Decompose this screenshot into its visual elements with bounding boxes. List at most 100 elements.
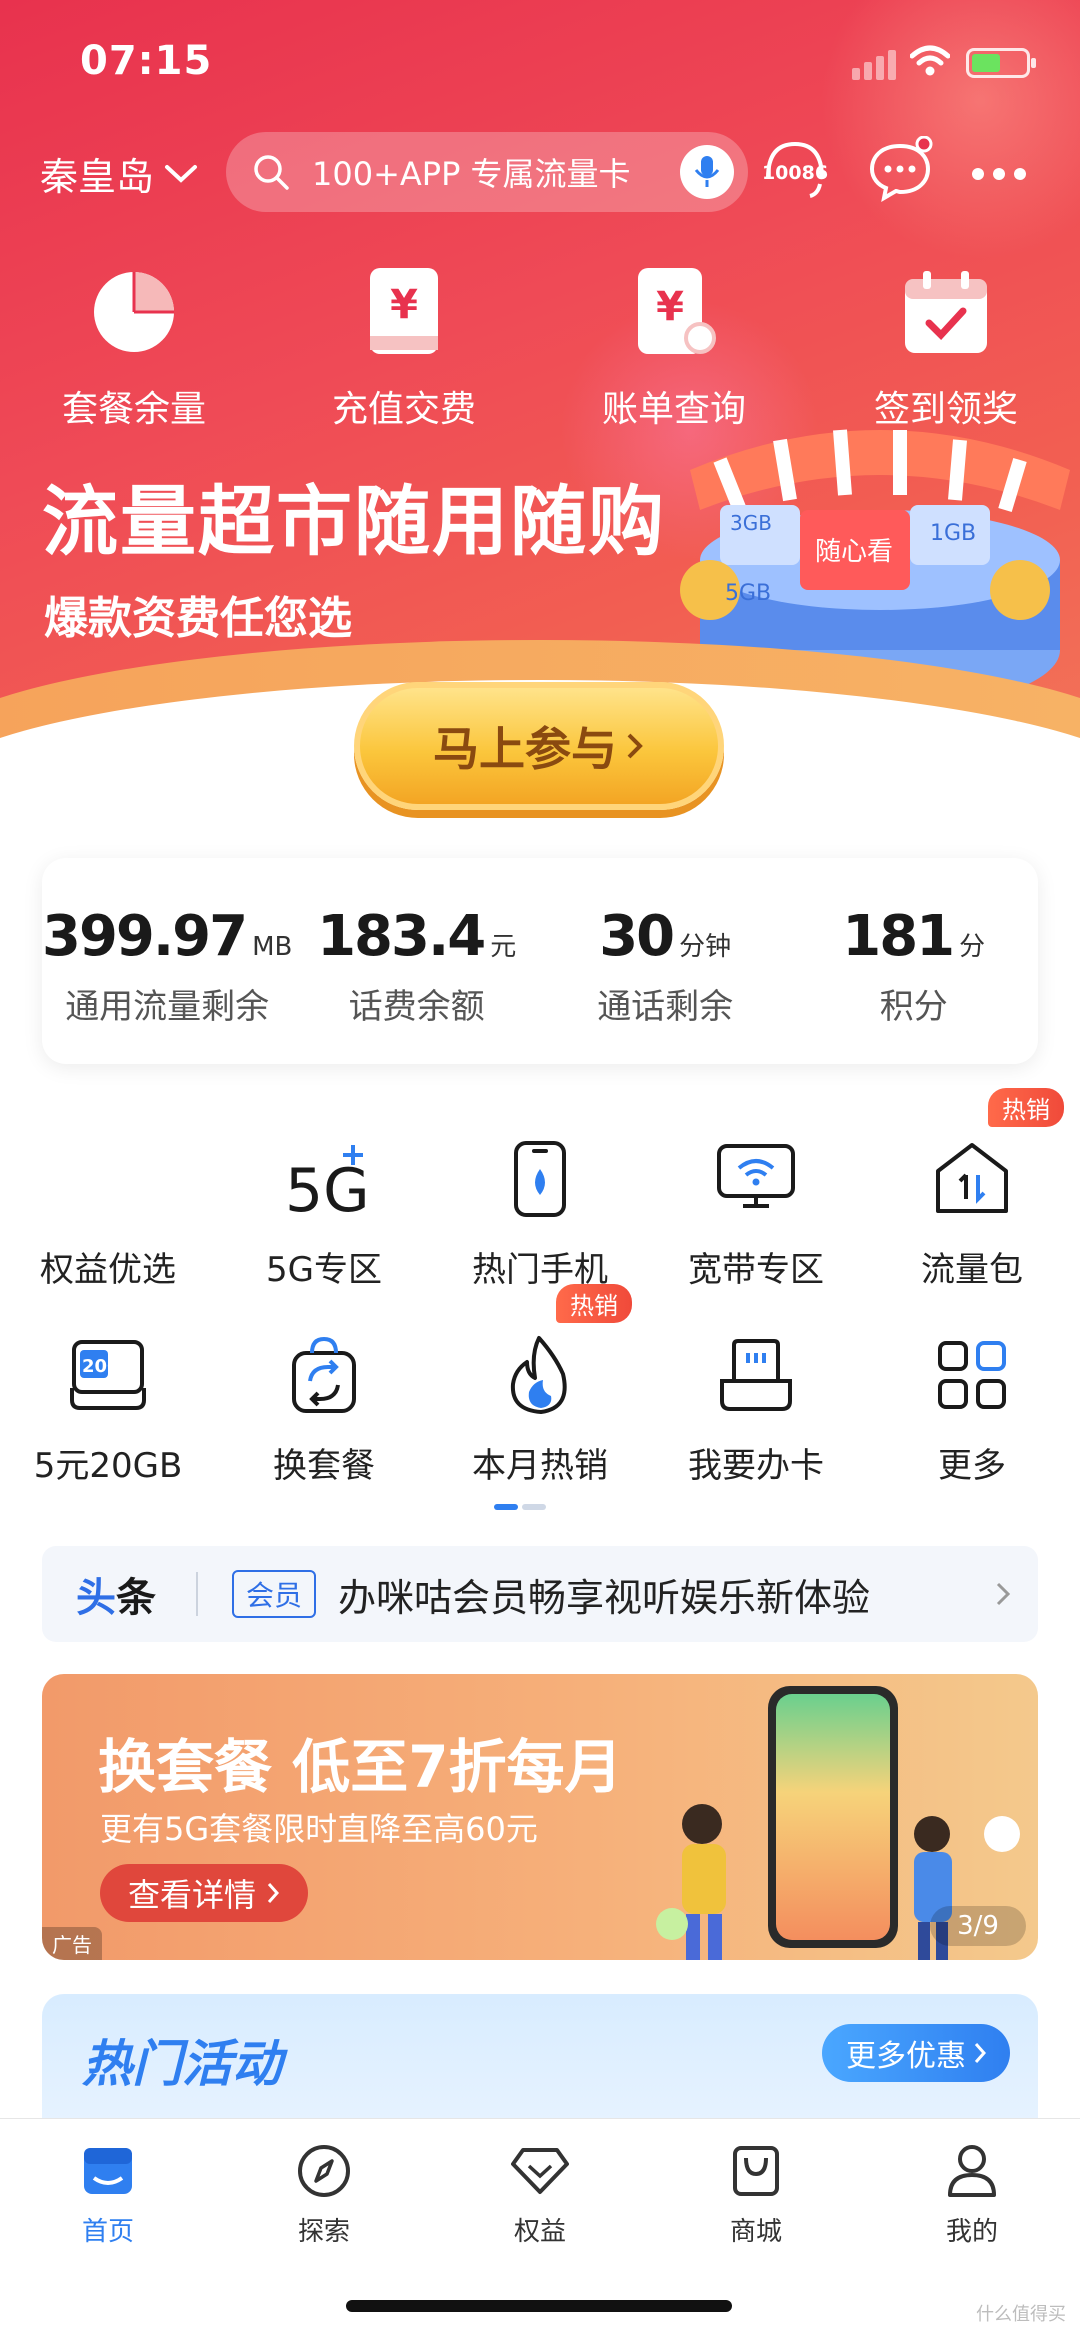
divider (196, 1572, 198, 1616)
data-pack-icon (936, 1143, 1008, 1213)
stat-value: 183.4 (317, 904, 486, 969)
grid-item-more[interactable]: 更多 (864, 1330, 1080, 1487)
quick-entry-bill[interactable]: ¥ 账单查询 (564, 262, 784, 432)
compass-icon (298, 2145, 350, 2197)
flame-icon (510, 1336, 567, 1414)
stat-call-minutes[interactable]: 30 分钟 通话剩余 (541, 858, 790, 1064)
grid-item-data-pack[interactable]: 流量包 (864, 1134, 1080, 1291)
tab-mine[interactable]: 我的 (864, 2141, 1080, 2248)
art-tag: 1GB (930, 521, 976, 546)
svg-text:¥: ¥ (390, 282, 418, 328)
account-stats-card: 399.97 MB 通用流量剩余 183.4 元 话费余额 30 分钟 通话剩余 18… (42, 858, 1038, 1064)
home-indicator (346, 2300, 732, 2312)
member-badge: 会员 (232, 1570, 317, 1618)
stat-data-remaining[interactable]: 399.97 MB 通用流量剩余 (42, 858, 292, 1064)
grid-item-label: 5G专区 (266, 1250, 382, 1290)
art-tag: 随心看 (815, 537, 893, 567)
art-tag: 5GB (725, 581, 771, 606)
grid-item-label: 流量包 (921, 1250, 1023, 1290)
tab-mall[interactable]: 商城 (648, 2141, 864, 2248)
city-selector[interactable]: 秦皇岛 (40, 146, 198, 201)
more-offers-button[interactable]: 更多优惠 (822, 2024, 1010, 2082)
grid-item-label: 本月热销 (472, 1446, 608, 1486)
stat-unit: 分 (959, 932, 986, 962)
chevron-right-icon (267, 1883, 280, 1903)
battery-icon (966, 48, 1036, 78)
20gb-icon: 20GB (70, 1340, 146, 1410)
stat-label: 通用流量剩余 (65, 987, 270, 1027)
grid-item-5g[interactable]: 5G 5G专区 (216, 1134, 432, 1291)
hot-sale-badge: 热销 (988, 1088, 1064, 1127)
search-icon (254, 155, 289, 190)
tab-label: 首页 (81, 2217, 134, 2247)
chevron-right-icon (996, 1582, 1011, 1606)
phone-screenshot-art (768, 1686, 898, 1948)
search-input[interactable]: 100+APP 专属流量卡 (226, 132, 748, 212)
calendar-check-icon (905, 271, 987, 353)
tab-label: 探索 (297, 2217, 350, 2247)
message-icon[interactable] (866, 136, 934, 204)
home-icon (84, 2148, 132, 2194)
stat-points[interactable]: 181 分 积分 (789, 858, 1038, 1064)
microphone-icon (694, 156, 720, 187)
watermark: 什么值得买 (976, 2304, 1066, 2325)
sim-card-icon (720, 1339, 792, 1411)
grid-item-label: 权益优选 (40, 1250, 176, 1290)
signal-icon (852, 50, 896, 80)
hero-glow (820, 0, 1080, 260)
grid-item-monthly-hot[interactable]: 本月热销 (432, 1330, 648, 1487)
stat-unit: 分钟 (679, 932, 732, 962)
shopping-bag-icon (733, 2146, 779, 2196)
hotline-number: 10086 (761, 162, 829, 184)
hotline-button[interactable]: 10086 (760, 138, 830, 208)
wifi-icon (910, 45, 950, 76)
more-menu-button[interactable] (972, 168, 1026, 180)
stat-balance[interactable]: 183.4 元 话费余额 (292, 858, 541, 1064)
ad-title: 换套餐 低至7折每月 (98, 1733, 623, 1801)
chevron-right-icon (627, 733, 643, 759)
tab-home[interactable]: 首页 (0, 2141, 216, 2248)
banner-subtitle: 爆款资费任您选 (44, 593, 352, 644)
pie-chart-icon (94, 272, 174, 352)
grid-item-broadband[interactable]: 宽带专区 (648, 1134, 864, 1291)
stat-unit: 元 (490, 932, 517, 962)
carousel-page-indicator: 3/9 (930, 1906, 1026, 1946)
tab-benefits[interactable]: 权益 (432, 2141, 648, 2248)
stat-label: 话费余额 (348, 987, 485, 1027)
grid-item-benefits[interactable]: 权益优选 (0, 1134, 216, 1291)
grid-item-label: 换套餐 (273, 1446, 375, 1486)
phone-icon (514, 1141, 566, 1217)
yuan-card-icon: ¥ (370, 268, 438, 354)
voice-search-button[interactable] (680, 145, 734, 199)
grid-item-hot-phones[interactable]: 热门手机 (432, 1134, 648, 1291)
stat-value: 30 (599, 904, 675, 969)
tab-explore[interactable]: 探索 (216, 2141, 432, 2248)
grid-item-switch-plan[interactable]: 换套餐 (216, 1330, 432, 1487)
stat-label: 积分 (879, 987, 948, 1027)
grid-item-apply-card[interactable]: 我要办卡 (648, 1330, 864, 1487)
20gb-icon-text: 20GB (82, 1356, 136, 1377)
view-details-button[interactable]: 查看详情 (100, 1864, 309, 1922)
grid-item-label: 更多 (938, 1446, 1006, 1486)
quick-entry-recharge[interactable]: ¥ 充值交费 (294, 262, 514, 432)
grid-item-label: 5元20GB (33, 1446, 183, 1486)
more-offers-label: 更多优惠 (846, 2039, 966, 2074)
ad-subtitle: 更有5G套餐限时直降至高60元 (100, 1810, 538, 1848)
quick-entry-label: 账单查询 (601, 389, 746, 430)
stat-label: 通话剩余 (597, 987, 734, 1027)
headline-news-bar[interactable]: 头条 会员 办咪咕会员畅享视听娱乐新体验 (42, 1546, 1038, 1642)
art-tag: 3GB (730, 511, 772, 535)
join-now-button[interactable]: 马上参与 (354, 682, 724, 810)
quick-entry-checkin[interactable]: 签到领奖 (836, 262, 1056, 432)
user-icon (948, 2145, 996, 2197)
switch-plan-icon (292, 1336, 356, 1413)
plan-switch-ad-banner[interactable]: 换套餐 低至7折每月 更有5G套餐限时直降至高60元 查看详情 广告 3/9 (42, 1674, 1038, 1960)
grid-item-5yuan-20gb[interactable]: 20GB 5元20GB (0, 1330, 216, 1487)
headline-text: 办咪咕会员畅享视听娱乐新体验 (338, 1575, 871, 1620)
quick-entry-plan-balance[interactable]: 套餐余量 (24, 262, 244, 432)
svg-text:¥: ¥ (656, 284, 684, 330)
banner-title: 流量超市随用随购 (42, 477, 666, 566)
stat-value: 399.97 (42, 904, 248, 969)
chevron-down-icon (165, 164, 198, 183)
view-details-label: 查看详情 (128, 1876, 257, 1914)
